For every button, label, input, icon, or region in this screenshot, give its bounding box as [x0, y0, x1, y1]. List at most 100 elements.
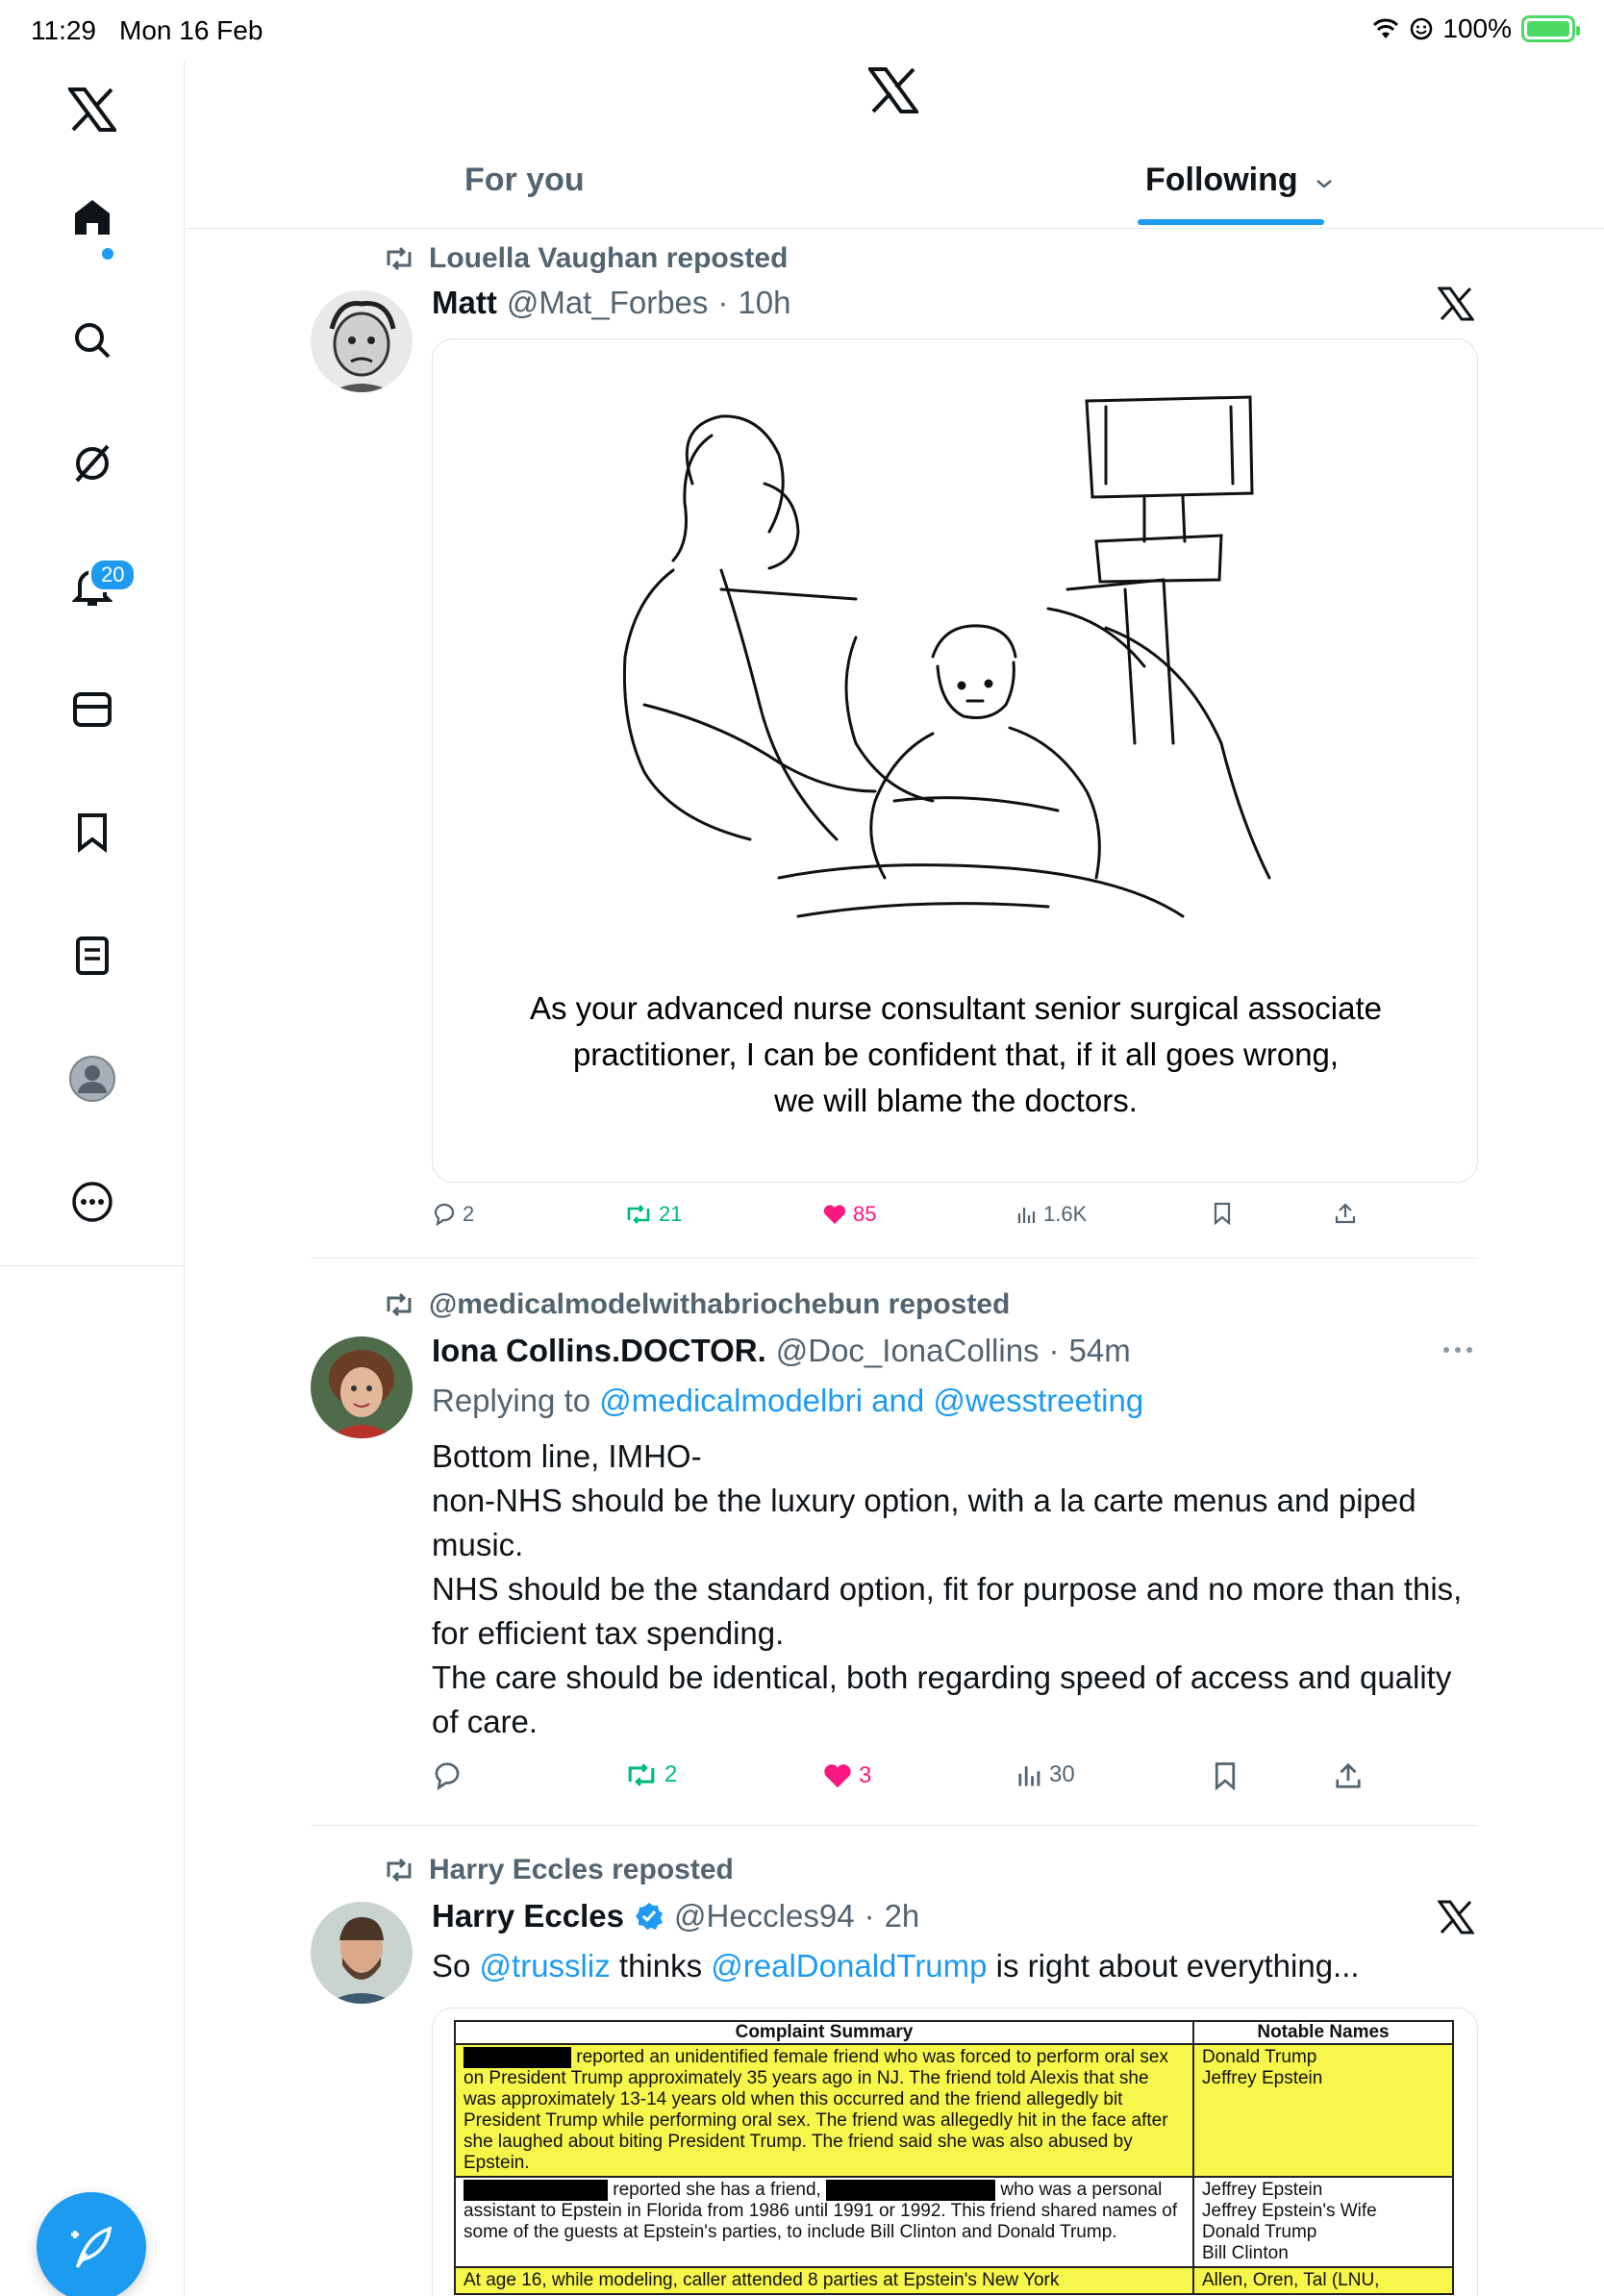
author-handle[interactable]: @Mat_Forbes: [507, 285, 709, 321]
post-text: Bottom line, IMHO- non-NHS should be the…: [432, 1435, 1480, 1744]
post-text: So @trussliz thinks @realDonaldTrump is …: [432, 1944, 1480, 1988]
redaction-bar: [826, 2180, 996, 2202]
repost-count: 2: [664, 1761, 678, 1787]
share-button[interactable]: [1334, 1761, 1363, 1790]
repost-icon: [387, 1858, 412, 1883]
wifi-icon: [1373, 18, 1399, 38]
author-handle[interactable]: @Heccles94: [674, 1898, 855, 1934]
mention-link[interactable]: @trussliz: [480, 1948, 611, 1984]
like-button[interactable]: 85: [822, 1202, 876, 1227]
share-button[interactable]: [1334, 1202, 1357, 1225]
x-logo-icon[interactable]: [63, 81, 121, 138]
repost-context: Louella Vaughan reposted: [383, 242, 788, 275]
post-text-line: Bottom line, IMHO-: [432, 1438, 702, 1474]
post-text-line: NHS should be the standard option, fit f…: [432, 1571, 1463, 1651]
profile-avatar-icon[interactable]: [63, 1050, 121, 1108]
grok-icon[interactable]: [63, 435, 121, 492]
notable-names: Allen, Oren, Tal (LNU,: [1192, 2266, 1454, 2296]
author-name[interactable]: Matt: [432, 285, 497, 321]
reply-button[interactable]: 2: [432, 1202, 474, 1227]
status-bar: 11:29 Mon 16 Feb 100%: [0, 0, 1604, 60]
views-button[interactable]: 30: [1016, 1761, 1075, 1788]
table-header: Notable Names: [1192, 2020, 1454, 2045]
views-button[interactable]: 1.6K: [1016, 1202, 1087, 1227]
table-cell: reported she has a friend, who was a per…: [454, 2176, 1194, 2269]
reply-icon: [435, 1762, 460, 1790]
repost-button[interactable]: 21: [624, 1202, 682, 1227]
messages-icon[interactable]: [63, 681, 121, 738]
post-author-line: Matt @Mat_Forbes · 10h: [432, 285, 790, 321]
timeline-header: For you Following: [186, 60, 1604, 229]
view-count: 1.6K: [1043, 1202, 1088, 1226]
bookmark-button[interactable]: [1213, 1202, 1232, 1225]
more-options-icon[interactable]: [63, 1173, 121, 1231]
author-name[interactable]: Harry Eccles: [432, 1898, 624, 1934]
view-count: 30: [1049, 1761, 1075, 1787]
x-source-icon[interactable]: [1437, 1900, 1475, 1939]
like-button[interactable]: 3: [822, 1761, 871, 1790]
repost-icon: [627, 1205, 650, 1224]
replying-to-users[interactable]: @medicalmodelbri and @wesstreeting: [599, 1383, 1143, 1418]
post-harry-eccles[interactable]: Harry Eccles reposted Harry Eccles @Hecc…: [311, 1827, 1478, 2296]
author-name[interactable]: Iona Collins.DOCTOR.: [432, 1333, 766, 1369]
replying-to-line: Replying to @medicalmodelbri and @wesstr…: [432, 1379, 1480, 1423]
post-iona-collins[interactable]: @medicalmodelwithabriochebun reposted Io…: [311, 1260, 1478, 1827]
post-actions: 2 3 30: [432, 1761, 1361, 1800]
avatar[interactable]: [311, 290, 413, 392]
avatar[interactable]: [311, 1902, 413, 2004]
bookmark-button[interactable]: [1213, 1761, 1238, 1790]
lists-icon[interactable]: [63, 927, 121, 985]
post-image-card[interactable]: As your advanced nurse consultant senior…: [432, 338, 1478, 1183]
cartoon-caption: As your advanced nurse consultant senior…: [433, 986, 1477, 1124]
focus-smiley-icon: [1411, 17, 1433, 40]
compose-post-button[interactable]: [37, 2192, 146, 2296]
dot-separator: ·: [1048, 1333, 1060, 1368]
caption-line: practitioner, I can be confident that, i…: [572, 1036, 1340, 1072]
status-right: 100%: [1371, 13, 1580, 44]
share-icon: [1335, 1203, 1356, 1224]
post-author-line: Iona Collins.DOCTOR. @Doc_IonaCollins · …: [432, 1333, 1131, 1369]
post-matt[interactable]: Louella Vaughan reposted Matt @Mat_Forbe…: [311, 229, 1478, 1260]
reply-icon: [434, 1203, 455, 1226]
caption-line: As your advanced nurse consultant senior…: [530, 990, 1382, 1026]
search-icon[interactable]: [63, 312, 121, 369]
complaint-text: At age 16, while modeling, caller attend…: [454, 2266, 1194, 2296]
analytics-icon: [1017, 1208, 1036, 1223]
status-date: Mon 16 Feb: [119, 15, 263, 45]
x-header-logo-icon: [866, 67, 920, 118]
repost-icon: [387, 246, 412, 271]
table-cell: reported an unidentified female friend w…: [454, 2042, 1194, 2179]
replying-to-prefix: Replying to: [432, 1383, 600, 1418]
repost-by-label: Louella Vaughan reposted: [429, 242, 789, 274]
complaint-text: reported she has a friend,: [613, 2180, 821, 2201]
avatar[interactable]: [311, 1336, 413, 1438]
post-image-document[interactable]: Complaint Summary Notable Names reported…: [432, 2008, 1478, 2296]
post-actions: 2 21 85 1.6K: [432, 1202, 1357, 1240]
tab-for-you[interactable]: For you: [464, 162, 585, 199]
x-source-icon[interactable]: [1437, 287, 1475, 326]
cartoon-drawing: [622, 395, 1271, 918]
post-text-line: The care should be identical, both regar…: [432, 1660, 1452, 1739]
repost-count: 21: [659, 1202, 683, 1226]
bookmarks-icon[interactable]: [63, 804, 121, 861]
repost-context: Harry Eccles reposted: [383, 1854, 734, 1886]
post-text-prefix: So: [432, 1948, 480, 1984]
post-time: 10h: [738, 285, 791, 320]
repost-button[interactable]: 2: [624, 1761, 677, 1788]
post-more-icon[interactable]: [1441, 1342, 1474, 1360]
tab-following[interactable]: Following: [1145, 162, 1334, 199]
caption-line: we will blame the doctors.: [774, 1083, 1138, 1118]
mention-link[interactable]: @realDonaldTrump: [711, 1948, 987, 1984]
notable-names: Jeffrey Epstein Jeffrey Epstein's Wife D…: [1192, 2176, 1454, 2269]
reply-count: 2: [463, 1202, 475, 1226]
author-handle[interactable]: @Doc_IonaCollins: [776, 1333, 1040, 1369]
notable-names: Donald Trump Jeffrey Epstein: [1192, 2042, 1454, 2179]
compose-feather-icon: [71, 2226, 113, 2269]
battery-icon: [1521, 15, 1580, 42]
dot-separator: ·: [864, 1898, 875, 1934]
like-count: 85: [853, 1202, 877, 1226]
nav-divider: [0, 1265, 185, 1266]
redaction-bar: [464, 2047, 571, 2068]
reply-button[interactable]: [432, 1761, 468, 1790]
home-icon[interactable]: [63, 188, 121, 246]
